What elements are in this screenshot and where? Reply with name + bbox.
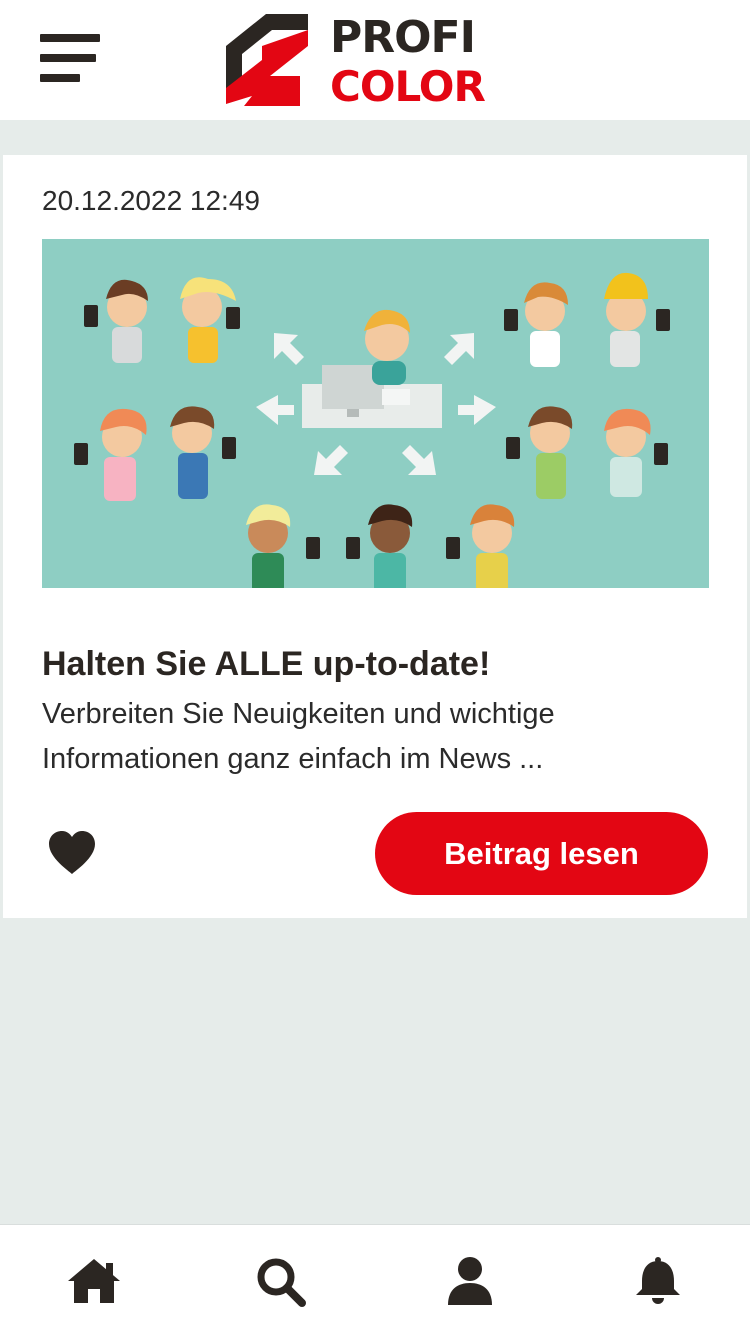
nav-home[interactable] (66, 1255, 122, 1307)
nav-profile[interactable] (442, 1255, 498, 1307)
post-excerpt: Verbreiten Sie Neuigkeiten und wichtige … (42, 698, 555, 775)
brand-logo[interactable]: PROFI COLOR (222, 10, 512, 110)
logo-text-profi: PROFI (330, 12, 476, 63)
post-date: 20.12.2022 12:49 (42, 185, 260, 216)
post-title[interactable]: Halten Sie ALLE up-to-date! (42, 645, 490, 684)
news-card: 20.12.2022 12:49 Halten Sie ALLE up-to-d… (3, 155, 747, 918)
nav-notifications[interactable] (630, 1255, 686, 1307)
bell-icon (636, 1257, 680, 1304)
logo-text-color: COLOR (330, 62, 486, 111)
menu-bar-bottom (40, 74, 80, 82)
hamburger-menu-button[interactable] (38, 34, 102, 86)
nav-search[interactable] (254, 1255, 310, 1307)
heart-icon (49, 831, 95, 874)
post-image[interactable] (42, 239, 709, 588)
like-button[interactable] (47, 830, 97, 876)
people-with-phones-illustration (74, 272, 670, 588)
app-header: PROFI COLOR (0, 0, 750, 120)
menu-bar-middle (40, 54, 96, 62)
bottom-navigation (0, 1224, 750, 1335)
logo-mark-icon (226, 14, 308, 106)
read-post-button[interactable]: Beitrag lesen (375, 812, 708, 895)
search-icon (257, 1258, 306, 1307)
user-icon (448, 1257, 492, 1305)
home-icon (68, 1259, 120, 1303)
hamburger-menu-icon (40, 34, 100, 42)
